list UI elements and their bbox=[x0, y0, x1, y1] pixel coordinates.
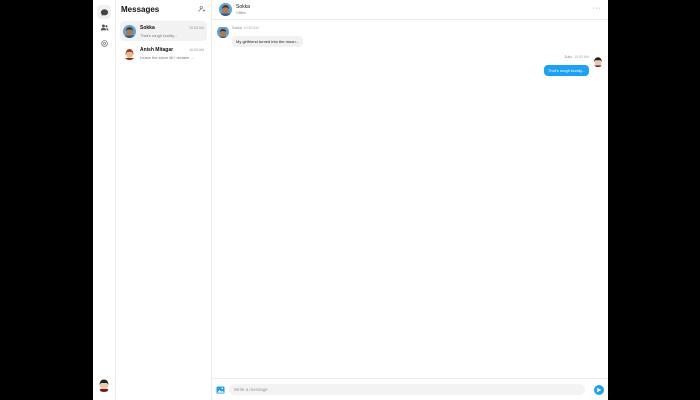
avatar-anish-icon bbox=[123, 46, 136, 60]
message-outgoing: Zuko 10:53 AM That's rough buddy... bbox=[543, 55, 604, 77]
settings-icon bbox=[100, 39, 108, 47]
image-icon bbox=[216, 385, 225, 394]
avatar-sokka-icon bbox=[219, 3, 232, 16]
chat-contact-name: Sokka bbox=[236, 4, 250, 10]
nav-contacts-button[interactable] bbox=[97, 20, 111, 34]
message-time: 10:53 AM bbox=[243, 26, 259, 30]
user-avatar[interactable] bbox=[97, 378, 111, 392]
message-time: 10:53 AM bbox=[574, 55, 589, 59]
conversation-time: 10:53 AM bbox=[189, 25, 204, 30]
message-meta: Zuko 10:53 AM bbox=[544, 55, 589, 59]
avatar[interactable] bbox=[219, 3, 232, 16]
conversation-item[interactable]: Sokka 10:53 AM That's rough buddy... bbox=[120, 21, 207, 41]
nav-rail bbox=[93, 0, 116, 400]
avatar bbox=[123, 46, 136, 60]
attach-image-button[interactable] bbox=[216, 385, 225, 394]
message-meta: Sokka 10:53 AM bbox=[232, 26, 303, 30]
conversation-item[interactable]: Anish Mitagar 10:53 AM Leave the stove t… bbox=[120, 43, 207, 63]
message-composer bbox=[212, 378, 608, 400]
conversation-time: 10:53 AM bbox=[189, 47, 204, 52]
message-sender: Zuko bbox=[564, 55, 573, 59]
conversation-name: Anish Mitagar bbox=[140, 46, 174, 53]
avatar bbox=[123, 24, 136, 38]
chat-panel: Sokka Offline ··· Sokka 10:53 AM My girlf… bbox=[212, 0, 608, 400]
conversation-preview: Leave the stove till I reclaim ... bbox=[140, 54, 194, 60]
add-contact-icon bbox=[198, 6, 206, 12]
conversation-list: Messages Sokka 10:53 AM That's rough bud… bbox=[116, 0, 212, 400]
message-bubble: That's rough buddy... bbox=[543, 65, 589, 76]
send-button[interactable] bbox=[594, 384, 604, 395]
chat-header: Sokka Offline ··· bbox=[212, 0, 608, 20]
message-input[interactable] bbox=[229, 384, 585, 395]
nav-chats-button[interactable] bbox=[97, 5, 111, 19]
conversation-preview: That's rough buddy... bbox=[140, 32, 178, 38]
message-sender: Sokka bbox=[232, 26, 242, 30]
message-incoming: Sokka 10:53 AM My girlfriend turned into … bbox=[217, 26, 303, 48]
avatar bbox=[592, 55, 604, 67]
messenger-app: Messages Sokka 10:53 AM That's rough bud… bbox=[93, 0, 608, 400]
avatar-zuko-icon bbox=[592, 56, 604, 67]
avatar-zuko-icon bbox=[97, 378, 111, 392]
message-thread: Sokka 10:53 AM My girlfriend turned into … bbox=[212, 20, 608, 378]
chat-contact-status: Offline bbox=[236, 11, 247, 15]
avatar-sokka-icon bbox=[217, 27, 229, 38]
more-options-icon[interactable]: ··· bbox=[593, 5, 602, 12]
avatar bbox=[217, 26, 229, 38]
message-bubble: My girlfriend turned into the moon... bbox=[232, 36, 303, 47]
chat-icon bbox=[100, 8, 108, 16]
list-title: Messages bbox=[121, 4, 160, 14]
list-header: Messages bbox=[116, 0, 211, 18]
nav-settings-button[interactable] bbox=[97, 36, 111, 50]
send-icon bbox=[596, 387, 602, 392]
new-group-button[interactable] bbox=[198, 5, 206, 13]
avatar-sokka-icon bbox=[123, 24, 136, 38]
conversation-name: Sokka bbox=[140, 24, 155, 31]
contacts-icon bbox=[100, 24, 108, 30]
